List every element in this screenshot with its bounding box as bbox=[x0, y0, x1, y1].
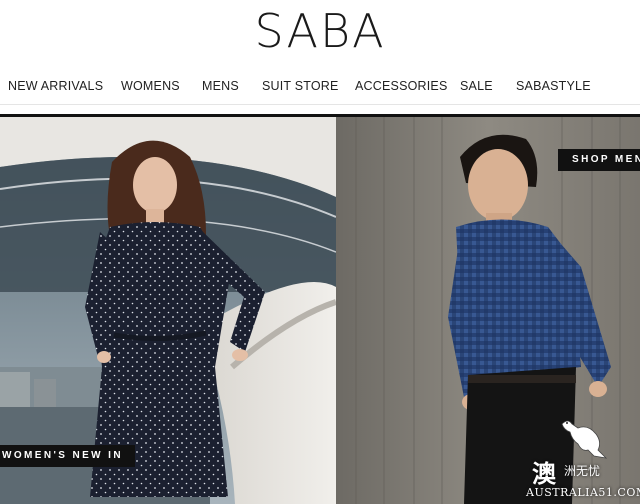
shop-men-banner[interactable]: SHOP MEN bbox=[558, 149, 640, 171]
site-header: SABA bbox=[0, 0, 640, 64]
kangaroo-icon bbox=[561, 420, 608, 459]
nav-suit-store[interactable]: SUIT STORE bbox=[262, 79, 339, 93]
watermark-subtitle: 洲无忧 bbox=[564, 464, 601, 478]
nav-mens[interactable]: MENS bbox=[202, 79, 239, 93]
watermark-char: 澳 bbox=[532, 460, 556, 488]
womens-hero-panel[interactable]: WOMEN'S NEW IN bbox=[0, 117, 336, 504]
main-nav: NEW ARRIVALS WOMENS MENS SUIT STORE ACCE… bbox=[0, 72, 640, 102]
watermark-url: AUSTRALIA51.COM bbox=[526, 486, 640, 499]
nav-accessories[interactable]: ACCESSORIES bbox=[355, 79, 448, 93]
nav-sabastyle[interactable]: SABASTYLE bbox=[516, 79, 591, 93]
nav-new-arrivals[interactable]: NEW ARRIVALS bbox=[8, 79, 103, 93]
saba-logo[interactable]: SABA bbox=[0, 4, 640, 58]
nav-sale[interactable]: SALE bbox=[460, 79, 493, 93]
nav-womens[interactable]: WOMENS bbox=[121, 79, 180, 93]
australia51-watermark: 澳 洲无忧 AUSTRALIA51.COM bbox=[526, 412, 640, 504]
womens-new-in-banner[interactable]: WOMEN'S NEW IN bbox=[0, 445, 135, 467]
nav-divider bbox=[0, 104, 640, 105]
